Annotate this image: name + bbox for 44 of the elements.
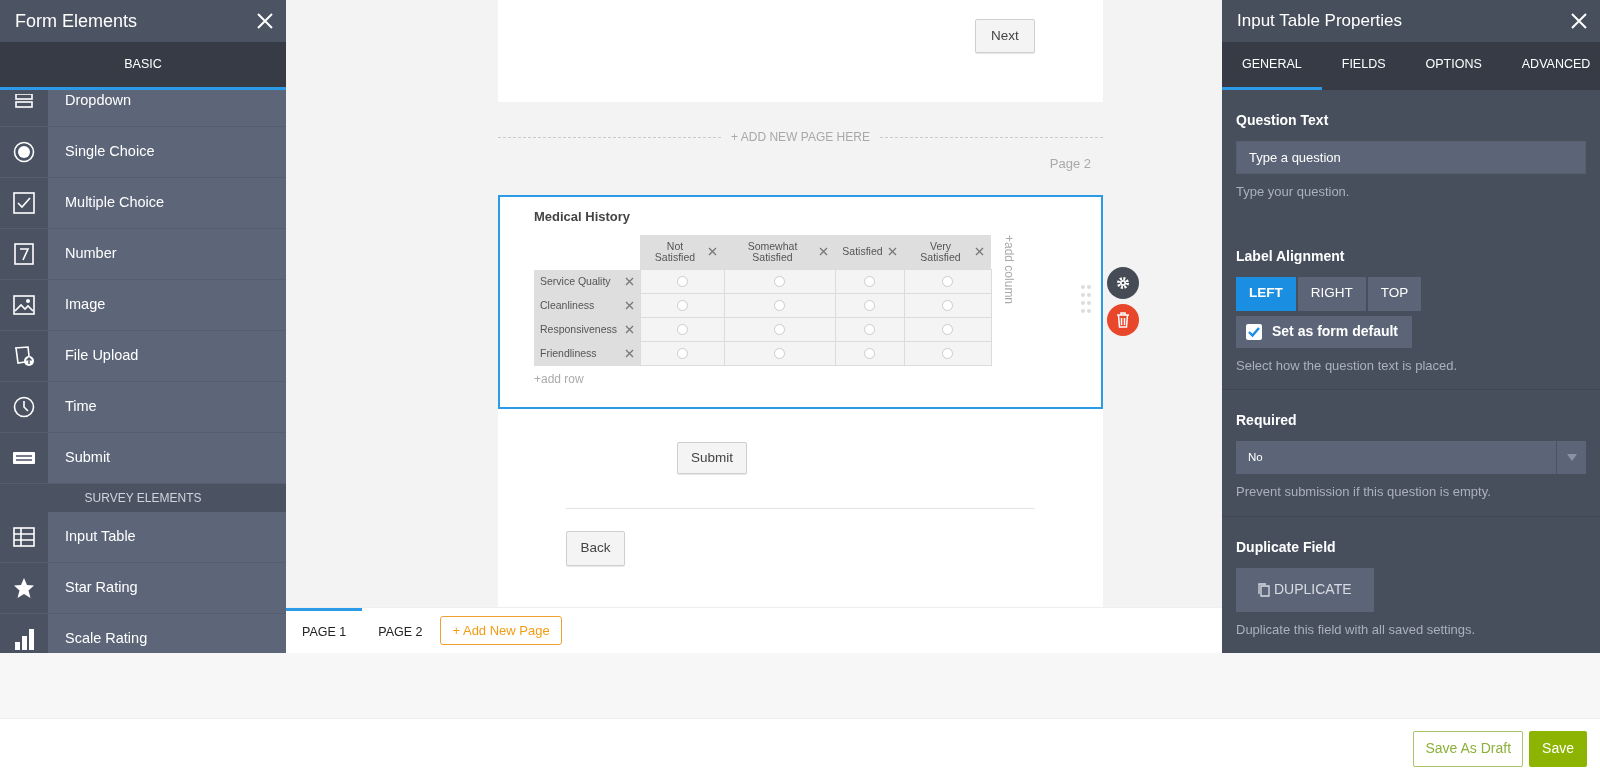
question-input[interactable]: Type a question xyxy=(1236,141,1586,174)
sidebar-item[interactable]: Input Table xyxy=(0,512,286,563)
duplicate-button[interactable]: DUPLICATE xyxy=(1236,567,1374,612)
help-text: Duplicate this field with all saved settings. xyxy=(1236,620,1477,639)
help-text: Prevent submission if this question is empty. xyxy=(1236,483,1492,501)
row-label: Cleanliness xyxy=(540,297,595,313)
row-label: Friendliness xyxy=(540,345,597,361)
help-text: Select how the question text is placed. xyxy=(1236,356,1459,375)
column-header: Very Satisfied xyxy=(919,240,962,263)
field-label: Question Text xyxy=(1236,111,1330,130)
page-label: Page 2 xyxy=(1049,155,1092,173)
question-title: Medical History xyxy=(534,208,632,226)
help-text: Type your question. xyxy=(1236,183,1351,201)
panel-title: Input Table Properties xyxy=(1237,10,1403,33)
alignment-option[interactable]: LEFT xyxy=(1236,276,1296,311)
column-header: Not Satisfied xyxy=(653,240,697,263)
sidebar-item[interactable]: Star Rating xyxy=(0,563,286,614)
sidebar-item[interactable]: Number xyxy=(0,229,286,280)
sidebar-item[interactable]: Time xyxy=(0,382,286,433)
column-header: Satisfied xyxy=(842,246,883,258)
sidebar-item[interactable]: Multiple Choice xyxy=(0,178,286,229)
submit-button[interactable]: Submit xyxy=(677,442,747,474)
section-header: SURVEY ELEMENTS xyxy=(0,484,286,512)
panel-title: Form Elements xyxy=(15,9,138,33)
row-label: Service Quality xyxy=(540,273,611,289)
back-button[interactable]: Back xyxy=(566,531,625,566)
tab[interactable]: GENERAL xyxy=(1222,42,1322,90)
field-label: Required xyxy=(1236,411,1298,430)
sidebar-item[interactable]: Dropdown xyxy=(0,90,286,127)
alignment-option[interactable]: RIGHT xyxy=(1297,276,1366,311)
required-select[interactable]: No xyxy=(1236,441,1586,474)
sidebar-item[interactable]: File Upload xyxy=(0,331,286,382)
row-label: Responsiveness xyxy=(540,321,618,337)
sidebar-item[interactable]: Single Choice xyxy=(0,127,286,178)
tab[interactable]: OPTIONS xyxy=(1405,42,1502,90)
column-header: Somewhat Satisfied xyxy=(746,240,799,263)
alignment-option[interactable]: TOP xyxy=(1367,276,1422,311)
tab[interactable]: FIELDS xyxy=(1321,42,1406,90)
field-label: Duplicate Field xyxy=(1236,537,1337,557)
next-button[interactable]: Next xyxy=(975,19,1035,53)
tab[interactable]: ADVANCED xyxy=(1501,42,1600,90)
checkbox-label: Set as form default xyxy=(1272,322,1399,341)
field-label: Label Alignment xyxy=(1236,246,1346,266)
sidebar-item[interactable]: Image xyxy=(0,280,286,331)
